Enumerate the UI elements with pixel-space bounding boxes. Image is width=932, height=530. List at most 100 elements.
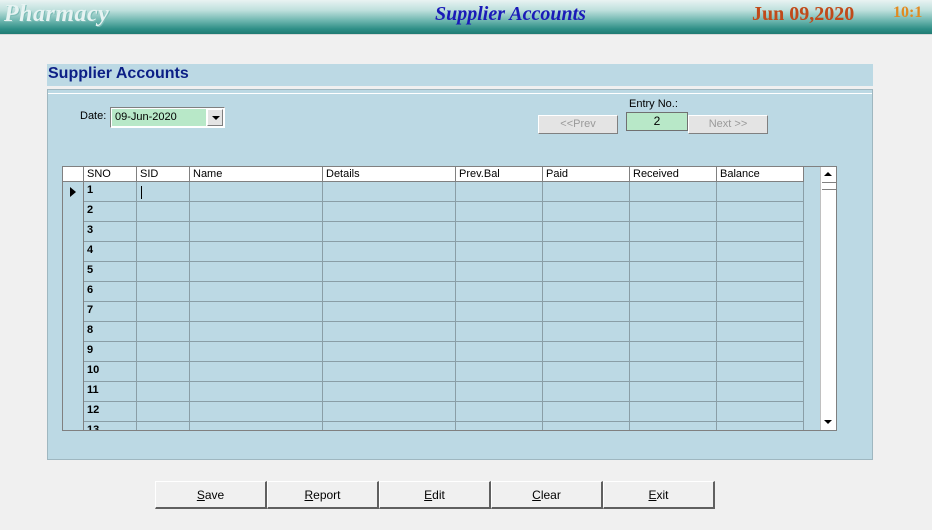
grid-cell-received[interactable] — [630, 242, 717, 262]
grid-cell-prev-bal[interactable] — [456, 382, 543, 402]
grid-cell-balance[interactable] — [717, 382, 804, 402]
grid-cell-sno[interactable]: 12 — [84, 402, 137, 422]
grid-cell-received[interactable] — [630, 302, 717, 322]
row-selector[interactable] — [63, 382, 84, 402]
grid-cell-name[interactable] — [190, 362, 323, 382]
grid-cell-details[interactable] — [323, 202, 456, 222]
grid-cell-prev-bal[interactable] — [456, 242, 543, 262]
grid-cell-details[interactable] — [323, 342, 456, 362]
grid-cell-name[interactable] — [190, 202, 323, 222]
row-selector[interactable] — [63, 282, 84, 302]
grid-cell-balance[interactable] — [717, 422, 804, 430]
chevron-down-icon[interactable] — [207, 109, 223, 126]
grid-cell-prev-bal[interactable] — [456, 202, 543, 222]
grid-cell-sno[interactable]: 8 — [84, 322, 137, 342]
grid-cell-prev-bal[interactable] — [456, 302, 543, 322]
grid-cell-prev-bal[interactable] — [456, 262, 543, 282]
clear-button[interactable]: Clear — [491, 481, 603, 509]
grid-cell-name[interactable] — [190, 322, 323, 342]
grid-cell-sid[interactable] — [137, 282, 190, 302]
column-header-sno[interactable]: SNO — [84, 167, 137, 182]
scroll-thumb[interactable] — [822, 182, 836, 190]
grid-cell-details[interactable] — [323, 182, 456, 202]
grid-cell-received[interactable] — [630, 222, 717, 242]
grid-cell-sno[interactable]: 3 — [84, 222, 137, 242]
grid-cell-sid[interactable] — [137, 382, 190, 402]
grid-cell-sid[interactable] — [137, 402, 190, 422]
grid-cell-sid[interactable] — [137, 362, 190, 382]
grid-cell-sno[interactable]: 6 — [84, 282, 137, 302]
column-header-details[interactable]: Details — [323, 167, 456, 182]
grid-cell-details[interactable] — [323, 262, 456, 282]
grid-cell-received[interactable] — [630, 402, 717, 422]
grid-cell-received[interactable] — [630, 382, 717, 402]
table-row[interactable]: 6 — [63, 282, 804, 302]
column-header-prev-bal[interactable]: Prev.Bal — [456, 167, 543, 182]
row-selector[interactable] — [63, 422, 84, 430]
grid-cell-balance[interactable] — [717, 322, 804, 342]
next-button[interactable]: Next >> — [688, 115, 768, 134]
table-row[interactable]: 3 — [63, 222, 804, 242]
grid-cell-sid[interactable] — [137, 322, 190, 342]
column-header-sid[interactable]: SID — [137, 167, 190, 182]
scroll-up-icon[interactable] — [821, 167, 836, 182]
grid-cell-paid[interactable] — [543, 322, 630, 342]
grid-cell-prev-bal[interactable] — [456, 342, 543, 362]
table-row[interactable]: 8 — [63, 322, 804, 342]
grid-cell-received[interactable] — [630, 262, 717, 282]
table-row[interactable]: 1 — [63, 182, 804, 202]
grid-cell-sno[interactable]: 13 — [84, 422, 137, 430]
grid-cell-sid[interactable] — [137, 182, 190, 202]
grid-cell-paid[interactable] — [543, 222, 630, 242]
grid-cell-prev-bal[interactable] — [456, 182, 543, 202]
entry-no-field[interactable]: 2 — [626, 112, 688, 131]
grid-cell-details[interactable] — [323, 242, 456, 262]
grid-cell-paid[interactable] — [543, 242, 630, 262]
date-picker[interactable]: 09-Jun-2020 — [110, 107, 225, 128]
grid-cell-details[interactable] — [323, 222, 456, 242]
grid-cell-name[interactable] — [190, 342, 323, 362]
grid-cell-details[interactable] — [323, 422, 456, 430]
grid-cell-sid[interactable] — [137, 342, 190, 362]
row-selector[interactable] — [63, 182, 84, 202]
grid-cell-name[interactable] — [190, 282, 323, 302]
date-value[interactable]: 09-Jun-2020 — [112, 109, 206, 126]
row-selector[interactable] — [63, 402, 84, 422]
column-header-name[interactable]: Name — [190, 167, 323, 182]
table-row[interactable]: 5 — [63, 262, 804, 282]
table-row[interactable]: 9 — [63, 342, 804, 362]
grid-cell-balance[interactable] — [717, 362, 804, 382]
grid-cell-balance[interactable] — [717, 262, 804, 282]
grid-cell-sno[interactable]: 1 — [84, 182, 137, 202]
grid-cell-sno[interactable]: 7 — [84, 302, 137, 322]
grid-cell-received[interactable] — [630, 362, 717, 382]
grid-cell-sid[interactable] — [137, 222, 190, 242]
vertical-scrollbar[interactable] — [820, 167, 836, 430]
table-row[interactable]: 4 — [63, 242, 804, 262]
grid-cell-balance[interactable] — [717, 402, 804, 422]
grid-cell-name[interactable] — [190, 222, 323, 242]
grid-cell-sid[interactable] — [137, 202, 190, 222]
grid-cell-sno[interactable]: 11 — [84, 382, 137, 402]
row-selector[interactable] — [63, 322, 84, 342]
grid-cell-paid[interactable] — [543, 282, 630, 302]
grid-cell-prev-bal[interactable] — [456, 362, 543, 382]
grid-cell-received[interactable] — [630, 342, 717, 362]
table-row[interactable]: 11 — [63, 382, 804, 402]
grid-cell-name[interactable] — [190, 382, 323, 402]
grid-cell-paid[interactable] — [543, 202, 630, 222]
table-row[interactable]: 13 — [63, 422, 804, 430]
grid-cell-received[interactable] — [630, 282, 717, 302]
accounts-grid[interactable]: SNO SID Name Details Prev.Bal Paid Received Bal… — [62, 166, 837, 431]
column-header-paid[interactable]: Paid — [543, 167, 630, 182]
grid-cell-details[interactable] — [323, 362, 456, 382]
grid-cell-balance[interactable] — [717, 202, 804, 222]
row-selector[interactable] — [63, 202, 84, 222]
grid-cell-name[interactable] — [190, 302, 323, 322]
grid-cell-paid[interactable] — [543, 422, 630, 430]
report-button[interactable]: Report — [267, 481, 379, 509]
grid-cell-prev-bal[interactable] — [456, 422, 543, 430]
grid-cell-prev-bal[interactable] — [456, 282, 543, 302]
column-header-received[interactable]: Received — [630, 167, 717, 182]
grid-cell-sno[interactable]: 10 — [84, 362, 137, 382]
